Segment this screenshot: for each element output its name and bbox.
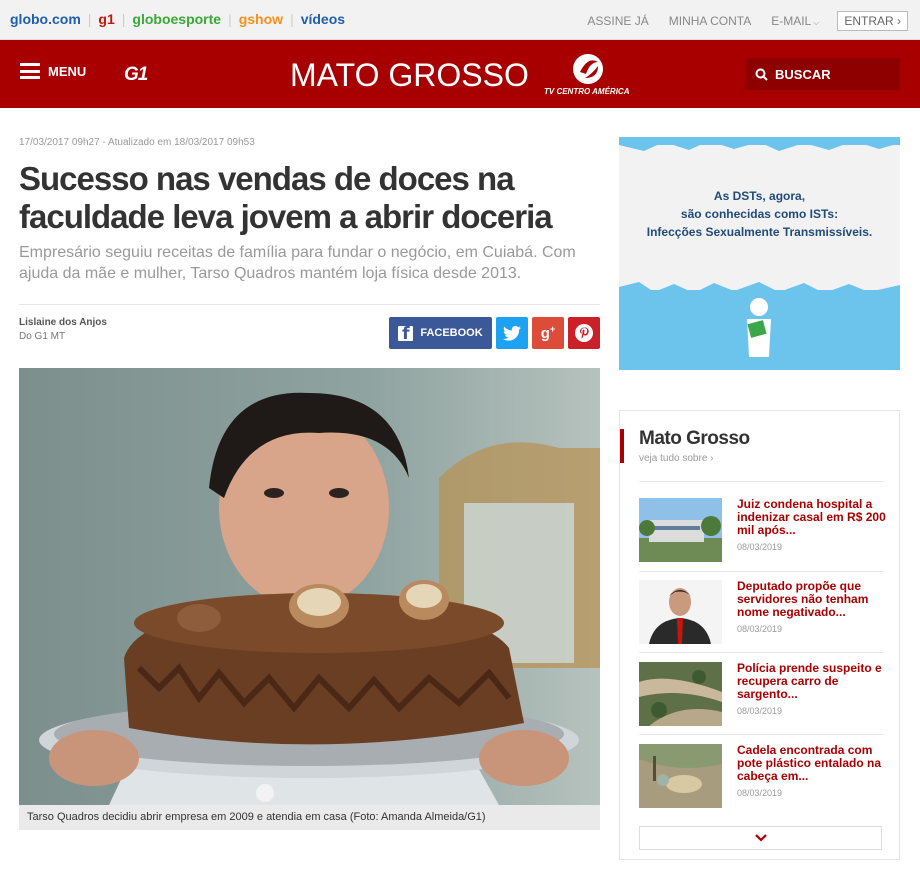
news-thumbnail (639, 662, 722, 726)
news-item[interactable]: Deputado propõe que servidores não tenha… (639, 580, 883, 644)
videos-link[interactable]: vídeos (301, 11, 345, 27)
news-item[interactable]: Polícia prende suspeito e recupera carro… (639, 662, 883, 726)
load-more-button[interactable] (639, 826, 882, 850)
news-thumbnail (639, 744, 722, 808)
article-headline: Sucesso nas vendas de doces na faculdade… (19, 160, 553, 235)
mato-grosso-news-box: Mato Grosso veja tudo sobre › Juiz conde… (619, 410, 900, 860)
twitter-icon (503, 325, 521, 341)
article-photo[interactable] (19, 368, 600, 805)
photo-caption: Tarso Quadros decidiu abrir empresa em 2… (19, 805, 600, 830)
hamburger-icon (20, 63, 40, 79)
globoesporte-link[interactable]: globoesporte (132, 11, 221, 27)
globo-top-bar: globo.com | g1 | globoesporte | gshow | … (0, 0, 920, 40)
chevron-down-icon: ⌵ (813, 18, 820, 27)
byline: Lislaine dos Anjos Do G1 MT (19, 317, 107, 342)
ad-line-3: Infecções Sexualmente Transmissíveis. (646, 225, 873, 239)
article: 17/03/2017 09h27 - Atualizado em 18/03/2… (19, 137, 600, 349)
article-source: Do G1 MT (19, 331, 66, 342)
divider (639, 734, 883, 735)
news-date: 08/03/2019 (737, 624, 783, 634)
g1-logo[interactable]: G1 (124, 64, 148, 86)
divider (639, 571, 883, 572)
news-date: 08/03/2019 (737, 542, 783, 552)
pinterest-icon (575, 324, 593, 342)
tv-centro-america-icon (573, 54, 603, 84)
google-plus-icon: g+ (540, 324, 556, 342)
ad-text: As DSTs, agora, são conhecidas como ISTs… (619, 187, 900, 241)
email-label: E-MAIL (771, 14, 812, 28)
pinterest-share-button[interactable] (568, 317, 600, 349)
news-title[interactable]: Deputado propõe que servidores não tenha… (737, 580, 887, 619)
divider (639, 481, 883, 482)
share-buttons: f FACEBOOK g+ (385, 317, 600, 349)
news-item[interactable]: Juiz condena hospital a indenizar casal … (639, 498, 886, 562)
article-subhead: Empresário seguiu receitas de família pa… (19, 244, 576, 282)
email-link[interactable]: E-MAIL ⌵ (771, 14, 819, 28)
chevron-right-icon: › (897, 14, 901, 28)
news-item[interactable]: Cadela encontrada com pote plástico enta… (639, 744, 883, 808)
facebook-share-button[interactable]: f FACEBOOK (389, 317, 492, 349)
g1-header: MENU G1 MATO GROSSO TV CENTRO AMÉRICA BU… (0, 40, 920, 108)
divider (19, 304, 600, 305)
news-thumbnail (639, 498, 722, 562)
news-date: 08/03/2019 (737, 788, 783, 798)
facebook-icon: f (398, 325, 414, 342)
affiliate-name: TV CENTRO AMÉRICA (544, 87, 630, 96)
gshow-link[interactable]: gshow (239, 11, 283, 27)
section-title[interactable]: Mato Grosso (639, 428, 750, 450)
region-title[interactable]: MATO GROSSO (290, 57, 529, 94)
menu-label: MENU (48, 63, 87, 79)
account-nav: ASSINE JÁ MINHA CONTA E-MAIL ⌵ ENTRAR › (567, 11, 908, 31)
facebook-label: FACEBOOK (420, 327, 483, 339)
subscribe-link[interactable]: ASSINE JÁ (587, 14, 648, 28)
globo-sites-nav: globo.com | g1 | globoesporte | gshow | … (10, 11, 346, 27)
google-plus-share-button[interactable]: g+ (532, 317, 564, 349)
login-label: ENTRAR (844, 14, 894, 28)
chevron-down-icon (754, 834, 767, 842)
globo-com-link[interactable]: globo.com (10, 11, 81, 27)
news-title[interactable]: Juiz condena hospital a indenizar casal … (737, 498, 887, 537)
search-icon (755, 68, 768, 81)
g1-link[interactable]: g1 (98, 11, 114, 27)
ad-line-1: As DSTs, agora, (713, 189, 806, 203)
advertisement-banner[interactable]: As DSTs, agora, são conhecidas como ISTs… (619, 137, 900, 370)
ad-line-2: são conhecidas como ISTs: (680, 207, 839, 221)
my-account-link[interactable]: MINHA CONTA (669, 14, 751, 28)
search-label: BUSCAR (775, 66, 831, 82)
news-title[interactable]: Cadela encontrada com pote plástico enta… (737, 744, 887, 783)
author-name: Lislaine dos Anjos (19, 317, 107, 328)
news-title[interactable]: Polícia prende suspeito e recupera carro… (737, 662, 887, 701)
see-all-link[interactable]: veja tudo sobre › (639, 453, 714, 464)
login-button[interactable]: ENTRAR › (837, 11, 908, 31)
divider (639, 652, 883, 653)
twitter-share-button[interactable] (496, 317, 528, 349)
news-date: 08/03/2019 (737, 706, 783, 716)
photo-man-with-chocolate-cake (19, 368, 600, 805)
news-thumbnail (639, 580, 722, 644)
article-dateline: 17/03/2017 09h27 - Atualizado em 18/03/2… (19, 137, 255, 148)
search-button[interactable]: BUSCAR (745, 58, 900, 90)
tv-centro-america-logo[interactable]: TV CENTRO AMÉRICA (540, 52, 635, 98)
ad-torn-edge (619, 137, 900, 357)
section-accent-bar (620, 429, 624, 463)
menu-button[interactable]: MENU (20, 63, 86, 79)
